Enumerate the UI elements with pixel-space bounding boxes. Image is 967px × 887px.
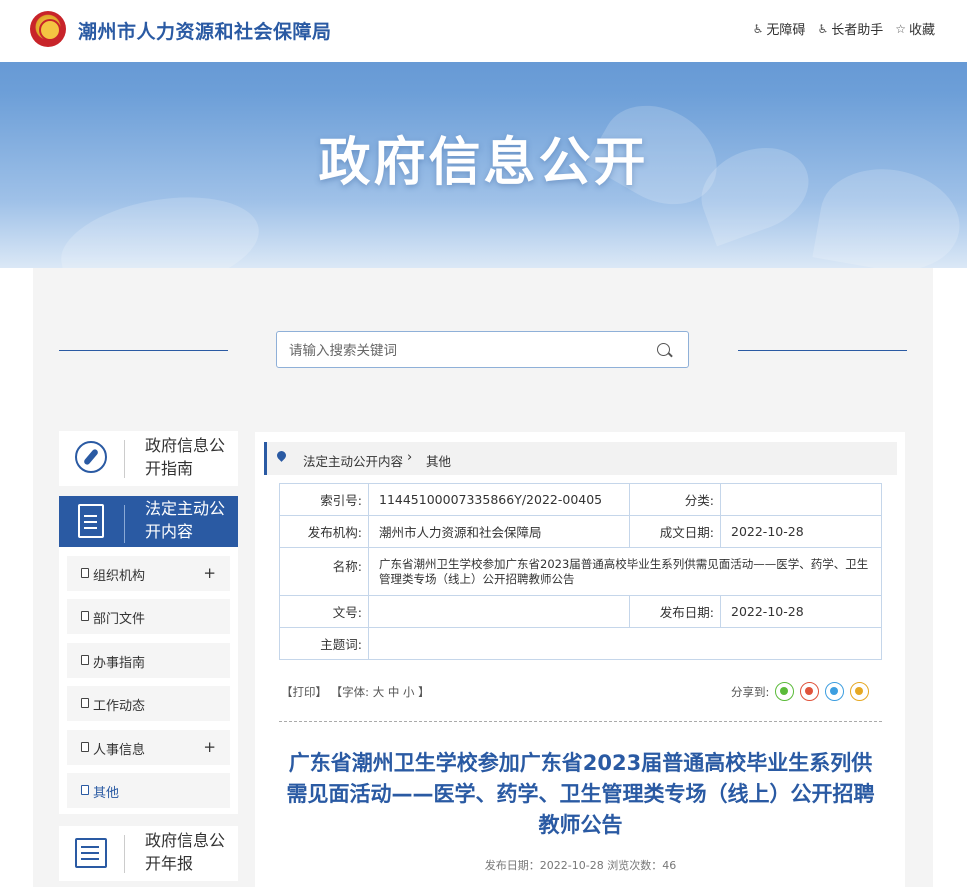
bookmark-label: 收藏 bbox=[908, 23, 935, 38]
meta-publisher-label: 发布机构: bbox=[279, 515, 369, 548]
meta-index-value: 11445100007335866Y/2022-00405 bbox=[368, 483, 630, 516]
document-meta-table: 索引号: 11445100007335866Y/2022-00405 分类: 发… bbox=[279, 483, 882, 660]
sidebar-item-personnel-info[interactable]: 人事信息 + bbox=[67, 730, 230, 765]
card-separator bbox=[124, 505, 125, 543]
document-small-icon bbox=[81, 698, 89, 708]
article-meta: 发布日期：2022-10-28 浏览次数：46 bbox=[484, 859, 677, 872]
top-toolbar: ♿ 无障碍 ♿ 长者助手 ☆ 收藏 bbox=[752, 19, 935, 39]
top-bar: 潮州市人力资源和社会保障局 ♿ 无障碍 ♿ 长者助手 ☆ 收藏 bbox=[0, 0, 967, 62]
elder-assistant-button[interactable]: ♿ 长者助手 bbox=[817, 19, 884, 39]
sidebar-item-work-news[interactable]: 工作动态 bbox=[67, 686, 230, 721]
content-divider bbox=[279, 721, 882, 722]
location-pin-icon bbox=[275, 449, 288, 462]
wechat-share-icon[interactable] bbox=[775, 682, 795, 701]
sidebar-item-label: 部门文件 bbox=[93, 612, 146, 627]
font-large-button[interactable]: 大 bbox=[373, 685, 385, 699]
print-button[interactable]: 【打印】 bbox=[281, 685, 327, 699]
meta-publisher-value: 潮州市人力资源和社会保障局 bbox=[368, 515, 630, 548]
national-emblem-icon bbox=[30, 11, 66, 47]
card-separator bbox=[124, 835, 125, 873]
meta-category-value bbox=[720, 483, 882, 516]
font-size-suffix: 】 bbox=[418, 685, 430, 699]
document-icon bbox=[73, 504, 111, 542]
sidebar-item-service-guide[interactable]: 办事指南 bbox=[67, 643, 230, 678]
share-label: 分享到: bbox=[731, 684, 770, 699]
meta-published-label: 发布日期: bbox=[629, 595, 721, 628]
meta-name-value: 广东省潮州卫生学校参加广东省2023届普通高校毕业生系列供需见面活动——医学、药… bbox=[368, 547, 882, 596]
favorite-share-icon[interactable] bbox=[850, 682, 870, 701]
bookmark-button[interactable]: ☆ 收藏 bbox=[895, 19, 935, 39]
search-divider-right bbox=[738, 350, 907, 351]
font-medium-button[interactable]: 中 bbox=[388, 685, 400, 699]
font-small-button[interactable]: 小 bbox=[403, 685, 415, 699]
breadcrumb: 法定主动公开内容 › 其他 bbox=[264, 442, 897, 475]
search-divider-left bbox=[59, 350, 228, 351]
hero-title: 政府信息公开 bbox=[318, 133, 649, 193]
star-icon: ☆ bbox=[895, 21, 906, 36]
document-small-icon bbox=[81, 611, 89, 621]
accessibility-button[interactable]: ♿ 无障碍 bbox=[752, 19, 806, 39]
article-options: 【打印】 【字体: 大 中 小 】 bbox=[281, 684, 430, 700]
font-size-prefix: 【字体: bbox=[330, 685, 370, 699]
document-small-icon bbox=[81, 568, 89, 578]
expand-icon[interactable]: + bbox=[203, 738, 216, 756]
sidebar-card-label: 政府信息公开年报 bbox=[145, 831, 226, 873]
meta-category-label: 分类: bbox=[629, 483, 721, 516]
elder-assistant-label: 长者助手 bbox=[831, 23, 884, 38]
sidebar-subnav: 组织机构 + 部门文件 办事指南 工作动态 人事信息 + 其他 bbox=[59, 547, 238, 814]
accessibility-icon: ♿ bbox=[752, 21, 764, 36]
sidebar-item-label: 工作动态 bbox=[93, 699, 146, 714]
search-box bbox=[276, 331, 689, 368]
breadcrumb-current-link[interactable]: 其他 bbox=[426, 451, 451, 470]
meta-published-value: 2022-10-28 bbox=[720, 595, 882, 628]
breadcrumb-separator: › bbox=[407, 450, 413, 465]
search-input[interactable] bbox=[289, 340, 639, 360]
meta-subject-label: 主题词: bbox=[279, 627, 369, 660]
sidebar-item-label: 人事信息 bbox=[93, 743, 146, 758]
content-area: 法定主动公开内容 › 其他 索引号: 11445100007335866Y/20… bbox=[255, 432, 905, 887]
sidebar-item-label: 组织机构 bbox=[93, 569, 146, 584]
breadcrumb-parent-link[interactable]: 法定主动公开内容 bbox=[303, 451, 403, 470]
report-icon bbox=[73, 834, 111, 872]
sidebar-item-organization[interactable]: 组织机构 + bbox=[67, 556, 230, 591]
sidebar-card-label: 政府信息公开指南 bbox=[145, 436, 226, 478]
sidebar-card-statutory-content[interactable]: 法定主动公开内容 bbox=[59, 496, 238, 547]
search-icon[interactable] bbox=[657, 343, 670, 356]
document-small-icon bbox=[81, 742, 89, 752]
banner-flower-decoration bbox=[53, 183, 267, 268]
weibo-share-icon[interactable] bbox=[800, 682, 820, 701]
meta-index-label: 索引号: bbox=[279, 483, 369, 516]
document-small-icon bbox=[81, 785, 89, 795]
meta-name-label: 名称: bbox=[279, 547, 369, 596]
document-small-icon bbox=[81, 655, 89, 665]
meta-docno-value bbox=[368, 595, 630, 628]
expand-icon[interactable]: + bbox=[203, 564, 216, 582]
meta-subject-value bbox=[368, 627, 882, 660]
sidebar-card-label: 法定主动公开内容 bbox=[145, 499, 226, 541]
qq-share-icon[interactable] bbox=[825, 682, 845, 701]
site-title[interactable]: 潮州市人力资源和社会保障局 bbox=[78, 17, 332, 44]
sidebar-card-guide[interactable]: 政府信息公开指南 bbox=[59, 431, 238, 486]
accessibility-label: 无障碍 bbox=[766, 23, 806, 38]
sidebar-card-annual-report[interactable]: 政府信息公开年报 bbox=[59, 826, 238, 881]
share-bar: 分享到: bbox=[731, 682, 870, 701]
card-separator bbox=[124, 440, 125, 478]
meta-created-label: 成文日期: bbox=[629, 515, 721, 548]
sidebar-item-label: 其他 bbox=[93, 786, 120, 801]
elder-icon: ♿ bbox=[817, 21, 829, 36]
sidebar-item-department-files[interactable]: 部门文件 bbox=[67, 599, 230, 634]
article-title: 广东省潮州卫生学校参加广东省2023届普通高校毕业生系列供需见面活动——医学、药… bbox=[286, 751, 875, 837]
compass-icon bbox=[73, 439, 111, 477]
meta-created-value: 2022-10-28 bbox=[720, 515, 882, 548]
sidebar-item-other[interactable]: 其他 bbox=[67, 773, 230, 808]
meta-docno-label: 文号: bbox=[279, 595, 369, 628]
sidebar-item-label: 办事指南 bbox=[93, 656, 146, 671]
